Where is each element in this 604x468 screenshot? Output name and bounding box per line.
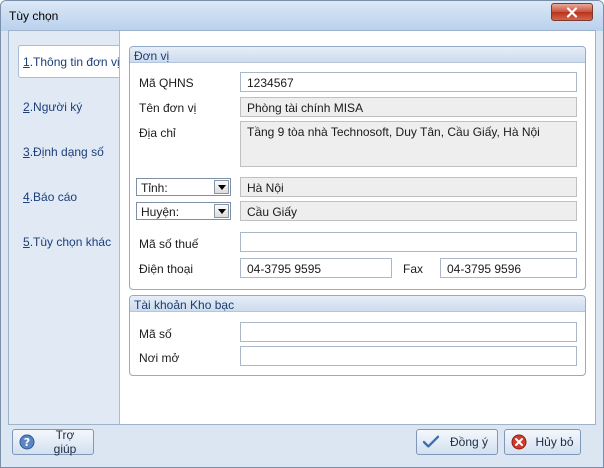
treasury-group-title: Tài khoản Kho bạc bbox=[130, 296, 585, 312]
cancel-icon bbox=[511, 434, 527, 450]
huyen-field: Cầu Giấy bbox=[240, 201, 577, 221]
sidebar-item-number-format[interactable]: 3.Định dạng số bbox=[18, 136, 118, 168]
ok-button[interactable]: Đồng ý bbox=[416, 429, 498, 455]
sidebar-item-number: 2 bbox=[23, 100, 30, 114]
sidebar-item-label: .Người ký bbox=[29, 100, 83, 114]
title-bar: Tùy chọn bbox=[1, 1, 603, 31]
help-button[interactable]: ? Trợ giúp bbox=[12, 428, 94, 456]
tinh-field: Hà Nội bbox=[240, 177, 577, 197]
ma-so-field[interactable] bbox=[240, 322, 577, 342]
ma-qhns-field[interactable]: 1234567 bbox=[240, 72, 577, 92]
sidebar-item-label: .Thông tin đơn vị bbox=[29, 55, 120, 69]
sidebar-item-label: .Báo cáo bbox=[29, 190, 78, 204]
sidebar-item-label: .Tùy chọn khác bbox=[29, 235, 112, 249]
fax-label: Fax bbox=[403, 262, 424, 276]
sidebar-item-report[interactable]: 4.Báo cáo bbox=[18, 181, 118, 213]
ok-button-label: Đồng ý bbox=[449, 435, 489, 449]
ma-qhns-label: Mã QHNS bbox=[139, 76, 194, 90]
dien-thoai-label: Điện thoại bbox=[139, 262, 194, 276]
options-sidebar: 1.Thông tin đơn vị 2.Người ký 3.Định dạn… bbox=[9, 31, 120, 424]
cancel-button-label: Hủy bỏ bbox=[535, 435, 574, 449]
options-content: Đơn vị Mã QHNS 1234567 Tên đơn vị Phòng … bbox=[119, 31, 595, 424]
button-bar: ? Trợ giúp Đồng ý Hủy bỏ bbox=[1, 425, 603, 467]
ten-don-vi-label: Tên đơn vị bbox=[139, 101, 197, 115]
ma-so-label: Mã số bbox=[139, 327, 172, 341]
help-icon: ? bbox=[19, 434, 35, 450]
sidebar-item-number: 3 bbox=[23, 145, 30, 159]
checkmark-icon bbox=[423, 434, 439, 450]
ma-so-thue-label: Mã số thuế bbox=[139, 237, 199, 251]
chevron-down-icon[interactable] bbox=[214, 180, 229, 194]
sidebar-item-label: .Định dạng số bbox=[29, 145, 104, 159]
help-button-label: Trợ giúp bbox=[53, 428, 77, 456]
window-title: Tùy chọn bbox=[9, 9, 59, 23]
unit-group: Đơn vị Mã QHNS 1234567 Tên đơn vị Phòng … bbox=[129, 46, 586, 290]
tinh-select-label: Tỉnh: bbox=[141, 181, 168, 195]
cancel-button[interactable]: Hủy bỏ bbox=[504, 429, 581, 455]
svg-text:?: ? bbox=[24, 436, 30, 449]
tinh-select[interactable]: Tỉnh: bbox=[136, 178, 231, 196]
sidebar-item-other-options[interactable]: 5.Tùy chọn khác bbox=[18, 226, 118, 258]
close-icon bbox=[566, 6, 578, 18]
close-button[interactable] bbox=[551, 3, 593, 21]
sidebar-item-number: 1 bbox=[23, 55, 30, 69]
huyen-select[interactable]: Huyện: bbox=[136, 202, 231, 220]
treasury-account-group: Tài khoản Kho bạc Mã số Nơi mở bbox=[129, 295, 586, 376]
fax-field[interactable]: 04-3795 9596 bbox=[440, 258, 577, 278]
chevron-down-icon[interactable] bbox=[214, 204, 229, 218]
options-dialog: Tùy chọn 1.Thông tin đơn vị 2.Người ký 3… bbox=[0, 0, 604, 468]
ma-so-thue-field[interactable] bbox=[240, 232, 577, 252]
sidebar-item-number: 5 bbox=[23, 235, 30, 249]
dia-chi-label: Địa chỉ bbox=[139, 126, 176, 140]
sidebar-item-unit-info[interactable]: 1.Thông tin đơn vị bbox=[18, 45, 120, 78]
dialog-body: 1.Thông tin đơn vị 2.Người ký 3.Định dạn… bbox=[8, 30, 596, 425]
huyen-select-label: Huyện: bbox=[141, 205, 180, 219]
noi-mo-label: Nơi mở bbox=[139, 351, 180, 365]
ten-don-vi-field: Phòng tài chính MISA bbox=[240, 97, 577, 117]
dien-thoai-field[interactable]: 04-3795 9595 bbox=[240, 258, 392, 278]
noi-mo-field[interactable] bbox=[240, 346, 577, 366]
dia-chi-field: Tầng 9 tòa nhà Technosoft, Duy Tân, Cầu … bbox=[240, 121, 577, 167]
sidebar-item-signer[interactable]: 2.Người ký bbox=[18, 91, 118, 123]
unit-group-title: Đơn vị bbox=[130, 47, 585, 63]
sidebar-item-number: 4 bbox=[23, 190, 30, 204]
